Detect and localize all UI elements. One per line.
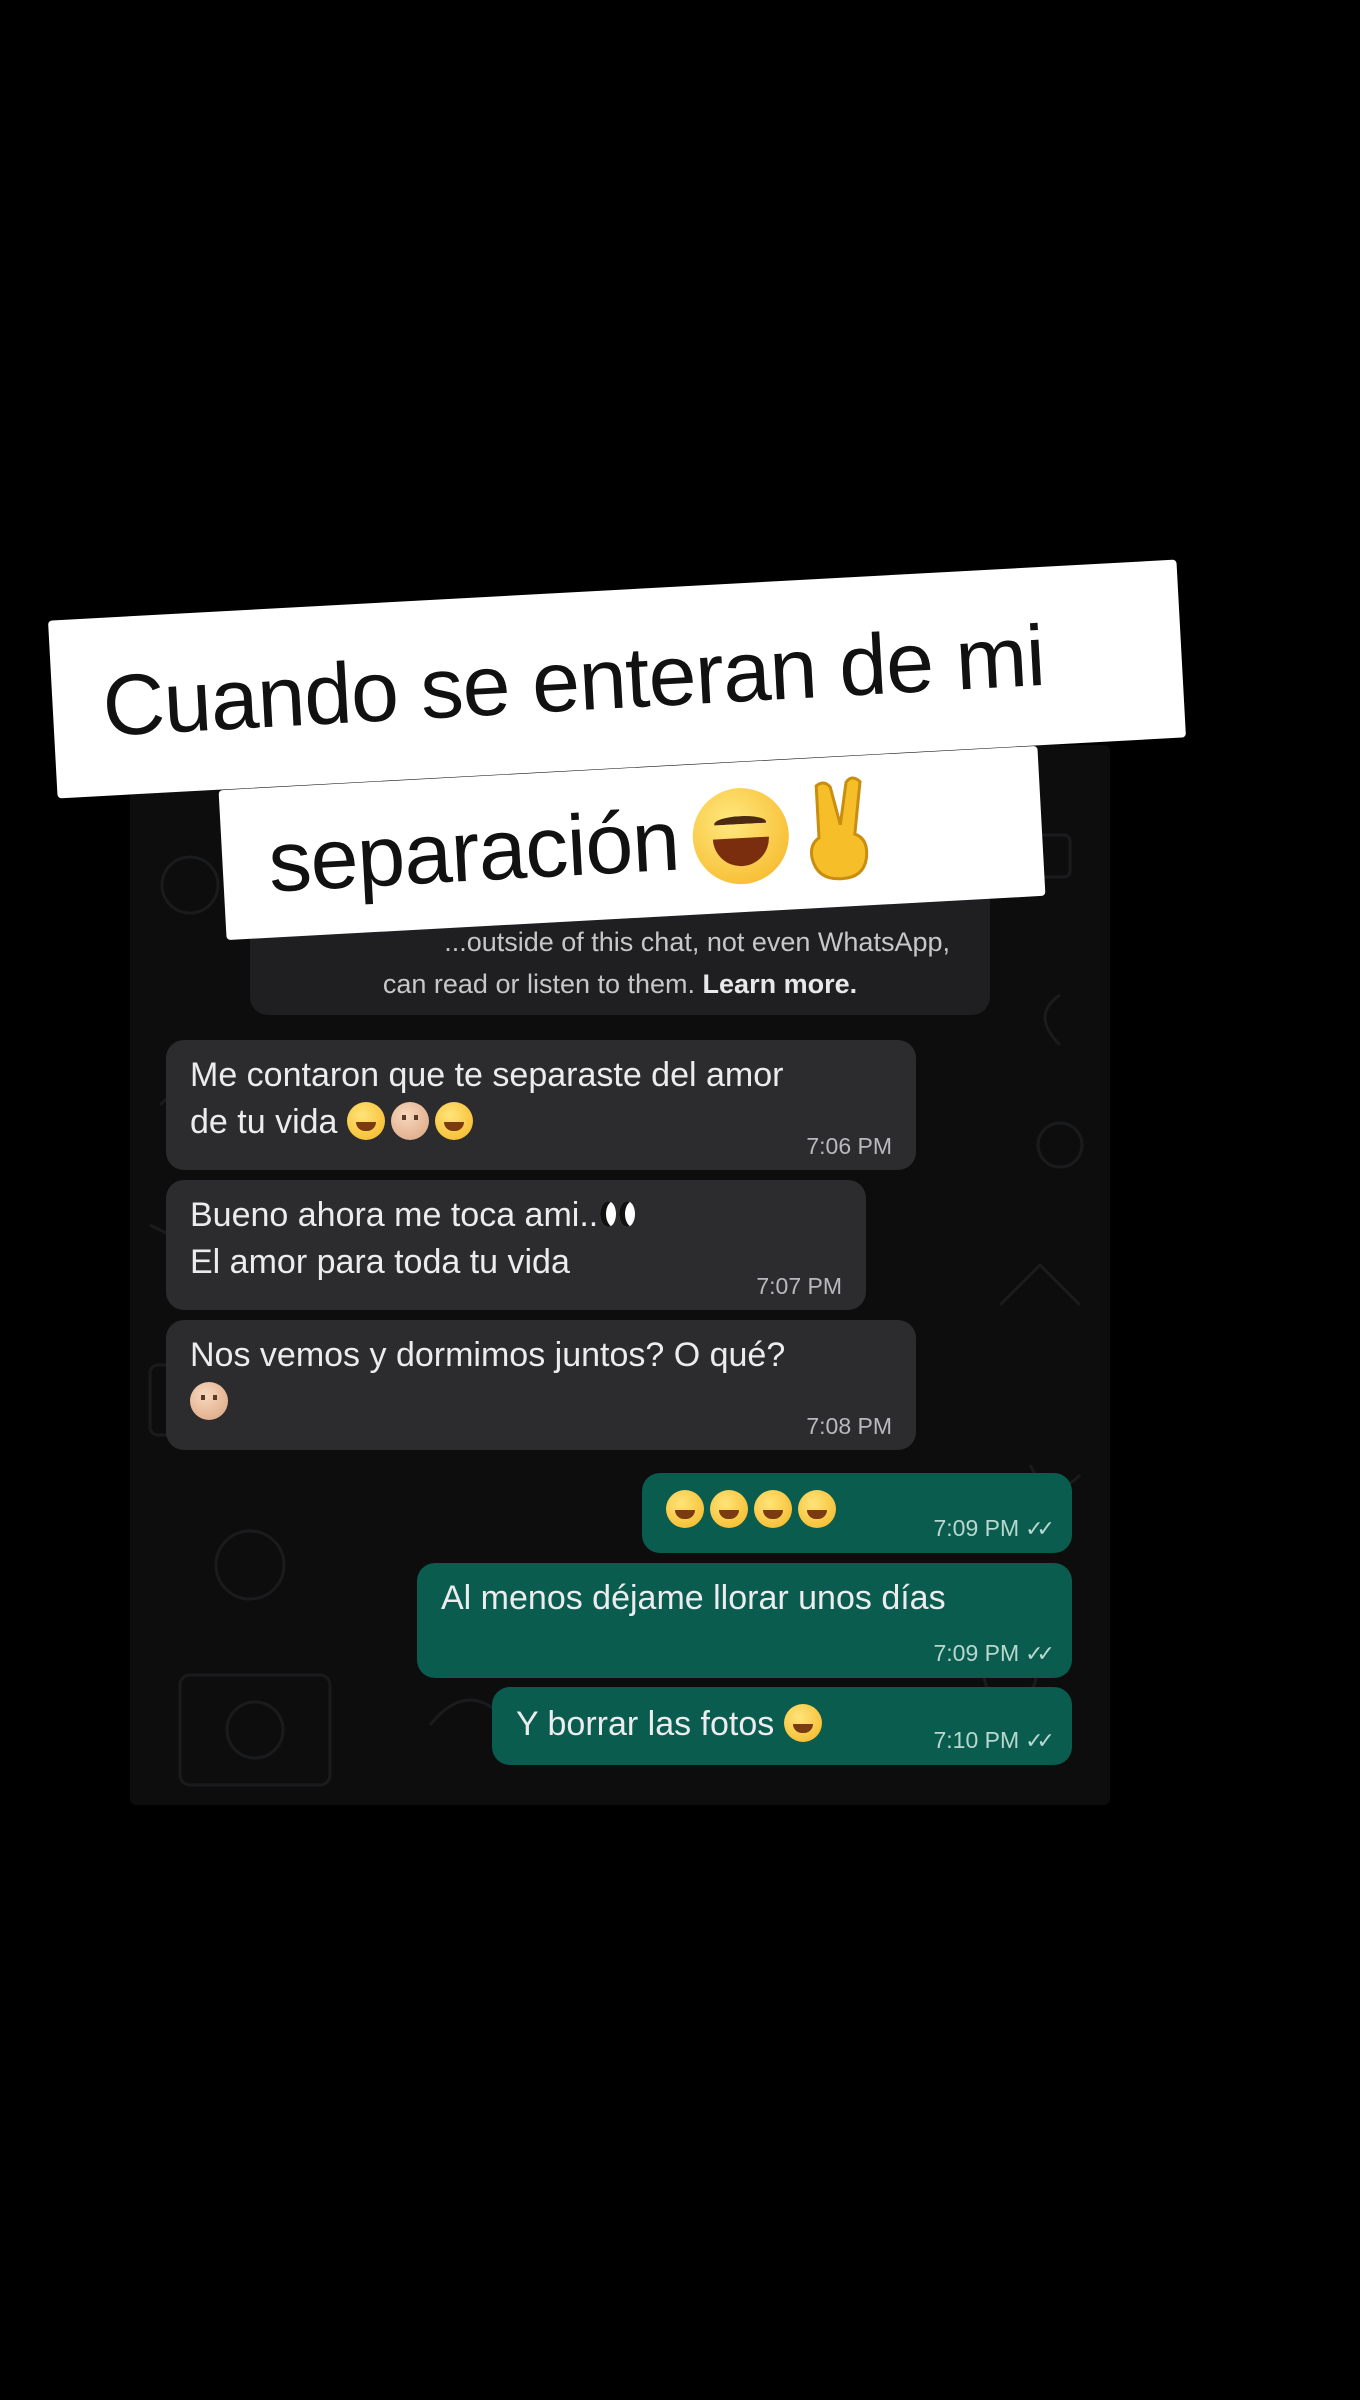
message-text: Me contaron que te separaste del amor: [190, 1056, 784, 1094]
caption-line2: separación: [265, 792, 682, 911]
message-text: Y borrar las fotos: [516, 1705, 775, 1743]
see-no-evil-monkey-icon: [390, 1102, 429, 1140]
grinning-squinting-face-icon: [689, 785, 792, 887]
message-timestamp: 7:08 PM: [806, 1413, 892, 1439]
outgoing-message[interactable]: Al menos déjame llorar unos días 7:09 PM…: [417, 1563, 1072, 1678]
double-check-icon: ✓✓: [1025, 1641, 1055, 1666]
outgoing-message[interactable]: 7:09 PM ✓✓: [642, 1473, 1072, 1553]
incoming-message[interactable]: Me contaron que te separaste del amor de…: [166, 1040, 916, 1170]
face-with-tears-of-joy-icon: [710, 1490, 748, 1528]
message-text: El amor para toda tu vida: [190, 1243, 570, 1281]
face-with-tears-of-joy-icon: [754, 1490, 792, 1528]
victory-hand-icon: [809, 776, 868, 881]
double-check-icon: ✓✓: [1025, 1516, 1055, 1541]
learn-more-link[interactable]: Learn more.: [703, 969, 858, 999]
double-check-icon: ✓✓: [1025, 1728, 1055, 1753]
face-with-tears-of-joy-icon: [783, 1704, 822, 1742]
message-text: Bueno ahora me toca ami..: [190, 1196, 599, 1234]
message-text: Nos vemos y dormimos juntos? O qué?: [190, 1336, 786, 1374]
encryption-notice-line2: can read or listen to them. Learn more.: [250, 969, 990, 1000]
incoming-message[interactable]: Bueno ahora me toca ami.. El amor para t…: [166, 1180, 866, 1310]
message-text: Al menos déjame llorar unos días: [441, 1579, 946, 1617]
message-timestamp: 7:10 PM: [933, 1727, 1020, 1753]
incoming-message[interactable]: Nos vemos y dormimos juntos? O qué? 7:08…: [166, 1320, 916, 1450]
grinning-face-with-sweat-icon: [434, 1102, 473, 1140]
see-no-evil-monkey-icon: [190, 1382, 228, 1420]
eyes-icon: [598, 1195, 638, 1233]
message-text: de tu vida: [190, 1103, 338, 1141]
message-timestamp: 7:09 PM: [933, 1640, 1020, 1666]
message-timestamp: 7:06 PM: [806, 1133, 892, 1159]
outgoing-message[interactable]: Y borrar las fotos 7:10 PM ✓✓: [492, 1687, 1072, 1765]
message-timestamp: 7:09 PM: [933, 1515, 1020, 1541]
message-timestamp: 7:07 PM: [756, 1273, 842, 1299]
rolling-on-floor-laughing-icon: [798, 1490, 836, 1528]
caption-line1: Cuando se enteran de mi: [100, 607, 1047, 755]
face-with-tears-of-joy-icon: [666, 1490, 704, 1528]
face-with-hand-over-mouth-icon: [346, 1102, 385, 1140]
encryption-notice-text: can read or listen to them.: [382, 969, 703, 999]
